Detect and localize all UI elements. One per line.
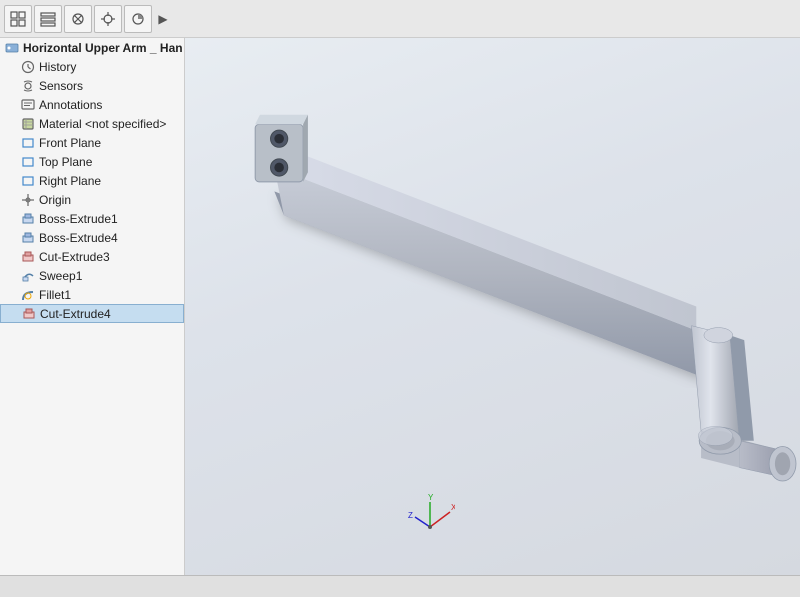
tree-item-front-plane[interactable]: Front Plane xyxy=(0,133,184,152)
tree-item-annotations[interactable]: Annotations xyxy=(0,95,184,114)
sweep1-icon xyxy=(20,268,36,284)
cut-extrude4-icon xyxy=(21,306,37,322)
material-icon xyxy=(20,116,36,132)
sidebar-resize-handle[interactable] xyxy=(179,38,184,575)
sensors-label: Sensors xyxy=(39,79,83,93)
tree-root-item[interactable]: Horizontal Upper Arm _ Han xyxy=(0,38,184,57)
toolbar-btn-list[interactable] xyxy=(34,5,62,33)
3d-model-svg xyxy=(185,38,800,575)
tree-item-sensors[interactable]: Sensors xyxy=(0,76,184,95)
root-icon xyxy=(4,40,20,56)
boss-extrude4-icon xyxy=(20,230,36,246)
boss-extrude4-label: Boss-Extrude4 xyxy=(39,231,118,245)
cut-extrude3-label: Cut-Extrude3 xyxy=(39,250,110,264)
right-plane-icon xyxy=(20,173,36,189)
3d-viewport[interactable]: X Y Z xyxy=(185,38,800,575)
toolbar-btn-pie[interactable] xyxy=(124,5,152,33)
toolbar-btn-sym[interactable] xyxy=(64,5,92,33)
tree-item-sweep1[interactable]: Sweep1 xyxy=(0,266,184,285)
annotations-icon xyxy=(20,97,36,113)
material-label: Material <not specified> xyxy=(39,117,166,131)
tree-item-history[interactable]: History xyxy=(0,57,184,76)
cut-extrude3-icon xyxy=(20,249,36,265)
history-label: History xyxy=(39,60,76,74)
svg-text:Z: Z xyxy=(408,511,413,520)
origin-axes: X Y Z xyxy=(405,492,455,545)
tree-item-cut-extrude4[interactable]: Cut-Extrude4 xyxy=(0,304,184,323)
svg-text:Y: Y xyxy=(428,493,434,502)
sweep1-label: Sweep1 xyxy=(39,269,82,283)
arrow-icon: ▶ xyxy=(158,12,167,26)
boss-extrude1-icon xyxy=(20,211,36,227)
tree-item-boss-extrude4[interactable]: Boss-Extrude4 xyxy=(0,228,184,247)
tree-item-right-plane[interactable]: Right Plane xyxy=(0,171,184,190)
sensor-icon xyxy=(20,78,36,94)
front-plane-icon xyxy=(20,135,36,151)
tree-item-material[interactable]: Material <not specified> xyxy=(0,114,184,133)
svg-text:X: X xyxy=(451,503,455,512)
toolbar-btn-crosshair[interactable] xyxy=(94,5,122,33)
origin-label: Origin xyxy=(39,193,71,207)
top-plane-label: Top Plane xyxy=(39,155,92,169)
boss-extrude1-label: Boss-Extrude1 xyxy=(39,212,118,226)
cut-extrude4-label: Cut-Extrude4 xyxy=(40,307,111,321)
tree-item-top-plane[interactable]: Top Plane xyxy=(0,152,184,171)
main-area: Horizontal Upper Arm _ Han History xyxy=(0,38,800,575)
status-bar xyxy=(0,575,800,597)
tree-item-fillet1[interactable]: Fillet1 xyxy=(0,285,184,304)
fillet1-label: Fillet1 xyxy=(39,288,71,302)
history-icon xyxy=(20,59,36,75)
origin-icon xyxy=(20,192,36,208)
tree-item-boss-extrude1[interactable]: Boss-Extrude1 xyxy=(0,209,184,228)
tree-item-origin[interactable]: Origin xyxy=(0,190,184,209)
annotations-label: Annotations xyxy=(39,98,102,112)
top-plane-icon xyxy=(20,154,36,170)
toolbar-expand-arrow[interactable]: ▶ xyxy=(154,5,172,33)
fillet1-icon xyxy=(20,287,36,303)
root-item-label: Horizontal Upper Arm _ Han xyxy=(23,41,183,55)
top-toolbar: ▶ xyxy=(0,0,800,38)
feature-tree-content: Horizontal Upper Arm _ Han History xyxy=(0,38,184,575)
toolbar-btn-grid[interactable] xyxy=(4,5,32,33)
front-plane-label: Front Plane xyxy=(39,136,101,150)
right-plane-label: Right Plane xyxy=(39,174,101,188)
tree-item-cut-extrude3[interactable]: Cut-Extrude3 xyxy=(0,247,184,266)
feature-tree-sidebar: Horizontal Upper Arm _ Han History xyxy=(0,38,185,575)
